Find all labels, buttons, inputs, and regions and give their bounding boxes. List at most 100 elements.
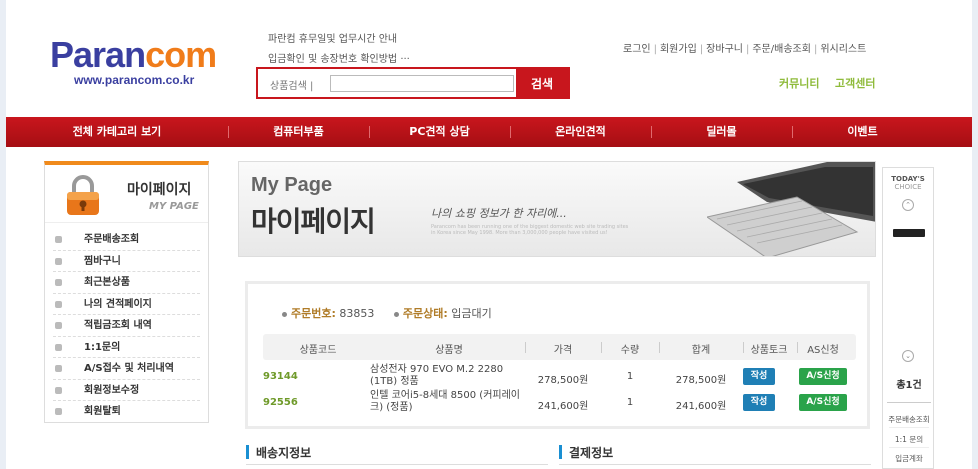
sidebar-menu: 주문배송조회 찜바구니 최근본상품 나의 견적페이지 적립금조회 내역 1:1문… — [45, 223, 208, 423]
top-links: 로그인 | 회원가입 | 장바구니 | 주문/배송조회 | 위시리스트 — [623, 44, 867, 55]
bullet-icon — [55, 236, 62, 243]
product-code[interactable]: 92556 — [263, 397, 298, 408]
wishlist-link[interactable]: 위시리스트 — [820, 44, 866, 55]
site-logo[interactable]: Parancom www.parancom.co.kr — [50, 34, 217, 88]
logo-part1: Paran — [50, 34, 146, 75]
quick-inquiry-link[interactable]: 1:1 문의 — [883, 434, 935, 445]
order-track-link[interactable]: 주문/배송조회 — [752, 44, 811, 55]
customer-center-link[interactable]: 고객센터 — [835, 75, 875, 91]
sidebar-item-withdraw[interactable]: 회원탈퇴 — [53, 401, 200, 423]
bullet-icon — [55, 322, 62, 329]
page: Parancom www.parancom.co.kr 파란컴 휴무일및 업무시… — [6, 0, 972, 469]
mypage-banner: My Page 마이페이지 나의 쇼핑 정보가 한 자리에... Paranco… — [238, 161, 876, 257]
payment-info-title: 결제정보 — [559, 444, 613, 461]
logo-part2: com — [145, 34, 217, 75]
quick-bank-account-link[interactable]: 입금계좌 — [883, 453, 935, 464]
product-name[interactable]: 인텔 코어i5-8세대 8500 (커피레이크) (정품) — [370, 390, 532, 414]
cart-link[interactable]: 장바구니 — [706, 44, 743, 55]
chevron-up-icon[interactable]: ⌃ — [902, 199, 914, 211]
order-status: 입금대기 — [451, 307, 492, 320]
nav-dealer-mall[interactable]: 딜러몰 — [651, 117, 792, 147]
product-name[interactable]: 삼성전자 970 EVO M.2 2280 (1TB) 정품 — [370, 364, 532, 388]
banner-ko-title: 마이페이지 — [251, 205, 376, 238]
computer-illustration — [707, 162, 875, 256]
notice-holiday-link[interactable]: 파란컴 휴무일및 업무시간 안내 — [268, 30, 397, 45]
sidebar-subtitle: MY PAGE — [149, 201, 199, 212]
lock-icon — [67, 175, 99, 215]
product-total: 278,500원 — [675, 375, 727, 386]
todays-choice-panel: TODAY'S CHOICE ⌃ ⌄ 총1건 주문배송조회 1:1 문의 입금계… — [882, 167, 934, 469]
write-talk-button[interactable]: 작성 — [743, 368, 775, 385]
search-button[interactable]: 검색 — [516, 69, 568, 97]
col-as-request: AS신청 — [807, 345, 839, 356]
bullet-icon — [55, 257, 62, 265]
order-number: 83853 — [339, 307, 375, 320]
product-qty: 1 — [626, 397, 634, 408]
bullet-icon — [55, 386, 62, 394]
community-link[interactable]: 커뮤니티 — [779, 75, 819, 91]
nav-all-categories[interactable]: 전체 카테고리 보기 — [6, 117, 228, 147]
col-product-talk: 상품토크 — [750, 345, 788, 356]
product-price: 278,500원 — [537, 375, 589, 386]
nav-pc-quote-consult[interactable]: PC견적 상담 — [369, 117, 510, 147]
chevron-down-icon[interactable]: ⌄ — [902, 350, 914, 362]
mypage-sidebar: 마이페이지 MY PAGE 주문배송조회 찜바구니 최근본상품 나의 견적페이지… — [44, 161, 209, 423]
divider — [246, 464, 548, 465]
order-number-label: 주문번호: — [291, 307, 336, 320]
nav-online-quote[interactable]: 온라인견적 — [510, 117, 651, 147]
search-bar: 상품검색 | 검색 — [256, 67, 570, 99]
sidebar-item-my-quotes[interactable]: 나의 견적페이지 — [53, 294, 200, 315]
bullet-icon — [393, 311, 399, 317]
sidebar-item-inquiry[interactable]: 1:1문의 — [53, 337, 200, 358]
bullet-icon — [55, 408, 62, 415]
col-product-code: 상품코드 — [299, 345, 337, 356]
search-label: 상품검색 | — [270, 81, 314, 92]
table-row: 92556 인텔 코어i5-8세대 8500 (커피레이크) (정품) 241,… — [263, 389, 856, 417]
bullet-icon — [55, 343, 62, 351]
bullet-icon — [55, 365, 62, 372]
order-status-label: 주문상태: — [402, 307, 448, 320]
todays-label: TODAY'S — [891, 175, 925, 183]
logo-url: www.parancom.co.kr — [74, 73, 195, 87]
sidebar-item-wishlist[interactable]: 찜바구니 — [53, 251, 200, 272]
as-request-button[interactable]: A/S신청 — [799, 394, 847, 411]
table-row: 93144 삼성전자 970 EVO M.2 2280 (1TB) 정품 278… — [263, 363, 856, 391]
bullet-icon — [282, 311, 287, 317]
divider — [559, 464, 871, 465]
quick-order-tracking-link[interactable]: 주문배송조회 — [883, 414, 935, 425]
sidebar-item-points[interactable]: 적립금조회 내역 — [53, 315, 200, 337]
divider — [887, 402, 931, 403]
login-link[interactable]: 로그인 — [623, 44, 651, 55]
choice-label: CHOICE — [894, 183, 922, 191]
nav-event[interactable]: 이벤트 — [792, 117, 933, 147]
product-total: 241,600원 — [675, 401, 727, 412]
recent-product-thumbnail[interactable] — [893, 229, 925, 237]
as-request-button[interactable]: A/S신청 — [799, 368, 847, 385]
col-price: 가격 — [553, 345, 573, 356]
sidebar-item-profile[interactable]: 회원정보수정 — [53, 380, 200, 401]
bullet-icon — [55, 300, 62, 308]
signup-link[interactable]: 회원가입 — [660, 44, 697, 55]
order-detail-box: 주문번호: 83853 주문상태: 입금대기 상품코드 상품명 가격 수량 합계… — [245, 281, 870, 429]
order-table-header: 상품코드 상품명 가격 수량 합계 상품토크 AS신청 — [263, 334, 856, 360]
sidebar-item-recent-products[interactable]: 최근본상품 — [53, 272, 200, 294]
recent-count: 총1건 — [896, 380, 922, 391]
banner-en-title: My Page — [251, 174, 333, 196]
nav-computer-parts[interactable]: 컴퓨터부품 — [228, 117, 369, 147]
product-code[interactable]: 93144 — [263, 371, 298, 382]
banner-tagline: 나의 쇼핑 정보가 한 자리에... — [431, 207, 567, 220]
sidebar-title: 마이페이지 — [127, 182, 192, 198]
col-total: 합계 — [691, 345, 711, 356]
shipping-info-title: 배송지정보 — [246, 444, 311, 461]
notice-deposit-link[interactable]: 입금확인 및 송장번호 확인방법 ··· — [268, 50, 410, 65]
sidebar-item-as[interactable]: A/S접수 및 처리내역 — [53, 358, 200, 380]
sidebar-header: 마이페이지 MY PAGE — [45, 165, 208, 223]
product-price: 241,600원 — [537, 401, 589, 412]
write-talk-button[interactable]: 작성 — [743, 394, 775, 411]
search-input[interactable] — [330, 75, 514, 92]
bullet-icon — [55, 279, 62, 286]
sidebar-item-order-tracking[interactable]: 주문배송조회 — [53, 229, 200, 251]
product-qty: 1 — [626, 371, 634, 382]
col-qty: 수량 — [620, 345, 640, 356]
order-summary: 주문번호: 83853 주문상태: 입금대기 — [282, 305, 508, 321]
